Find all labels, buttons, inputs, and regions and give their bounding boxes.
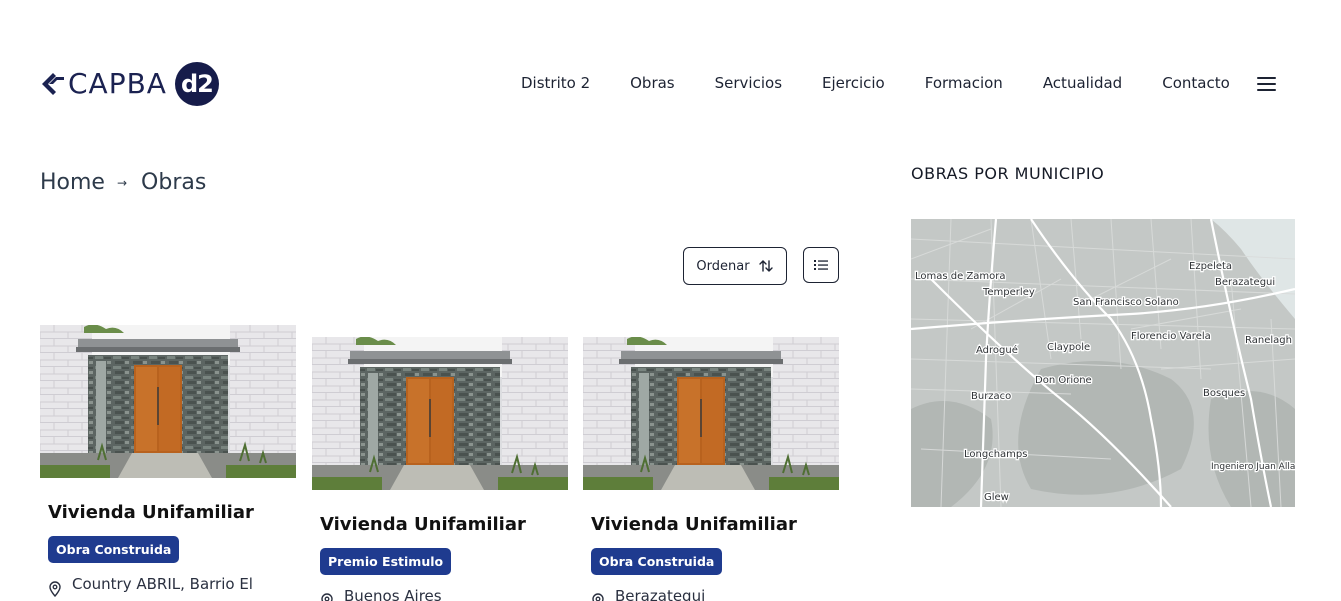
map-label: Florencio Varela: [1131, 331, 1211, 342]
obra-card[interactable]: Vivienda Unifamiliar Premio Estimulo Bue…: [312, 337, 568, 601]
nav-formacion[interactable]: Formacion: [925, 73, 1003, 93]
map-label: Ranelagh: [1245, 335, 1292, 346]
map-label: Don Orione: [1035, 375, 1092, 386]
nav-ejercicio[interactable]: Ejercicio: [822, 73, 885, 93]
map-label: San Francisco Solano: [1073, 297, 1179, 308]
map-label: Berazategui: [1215, 277, 1275, 288]
obra-card[interactable]: Vivienda Unifamiliar Obra Construida Cou…: [40, 325, 296, 597]
card-title[interactable]: Vivienda Unifamiliar: [591, 514, 839, 535]
status-badge: Obra Construida: [48, 536, 180, 563]
nav-actualidad[interactable]: Actualidad: [1043, 73, 1122, 93]
location-pin-icon: [321, 593, 333, 601]
sort-button[interactable]: Ordenar: [683, 247, 787, 285]
nav-distrito-2[interactable]: Distrito 2: [521, 73, 590, 93]
sidebar-title: OBRAS POR MUNICIPIO: [911, 164, 1105, 183]
obra-photo[interactable]: [40, 325, 296, 478]
list-icon: [814, 260, 828, 270]
map-label: Temperley: [982, 287, 1035, 298]
logo-text: CAPBA: [68, 66, 167, 100]
card-location: Berazategui: [591, 587, 839, 601]
nav-obras[interactable]: Obras: [630, 73, 675, 93]
card-location: Buenos Aires: [320, 587, 568, 601]
map-label: Ezpeleta: [1189, 261, 1232, 272]
map-label: Ingeniero Juan Allan: [1211, 462, 1295, 472]
obra-card[interactable]: Vivienda Unifamiliar Obra Construida Ber…: [583, 337, 839, 601]
obra-photo[interactable]: [583, 337, 839, 490]
card-title[interactable]: Vivienda Unifamiliar: [320, 514, 568, 535]
logo-arrow-icon: [42, 72, 64, 95]
status-badge: Obra Construida: [591, 548, 723, 575]
location-text: Buenos Aires: [344, 587, 442, 601]
map-label: Claypole: [1047, 342, 1090, 353]
map-label: Bosques: [1203, 388, 1245, 399]
capba-logo[interactable]: CAPBA d2: [40, 61, 219, 106]
location-pin-icon: [592, 593, 604, 601]
nav-servicios[interactable]: Servicios: [715, 73, 782, 93]
logo-badge: d2: [174, 61, 219, 106]
main-nav: Distrito 2 Obras Servicios Ejercicio For…: [521, 73, 1230, 93]
map-label: Burzaco: [971, 391, 1011, 402]
card-location: Country ABRIL, Barrio El: [48, 575, 296, 597]
map-label: Longchamps: [964, 449, 1027, 460]
location-pin-icon: [49, 581, 61, 597]
sort-button-label: Ordenar: [696, 258, 750, 274]
location-text: Berazategui: [615, 587, 706, 601]
breadcrumb-arrow-icon: →: [116, 175, 128, 190]
hamburger-menu-icon[interactable]: [1257, 77, 1276, 91]
map-label: Lomas de Zamora: [915, 271, 1006, 282]
status-badge: Premio Estimulo: [320, 548, 452, 575]
location-text: Country ABRIL, Barrio El: [72, 575, 253, 593]
municipality-map[interactable]: Lomas de Zamora Temperley San Francisco …: [911, 219, 1295, 507]
nav-contacto[interactable]: Contacto: [1162, 73, 1230, 93]
breadcrumb-current: Obras: [141, 170, 207, 195]
breadcrumb-home[interactable]: Home: [40, 170, 105, 195]
sort-arrows-icon: [758, 260, 773, 272]
obra-photo[interactable]: [312, 337, 568, 490]
card-title[interactable]: Vivienda Unifamiliar: [48, 502, 296, 523]
breadcrumb: Home → Obras: [40, 170, 206, 195]
list-view-button[interactable]: [803, 247, 839, 283]
map-label: Adrogué: [976, 344, 1018, 356]
map-label: Glew: [984, 492, 1009, 503]
